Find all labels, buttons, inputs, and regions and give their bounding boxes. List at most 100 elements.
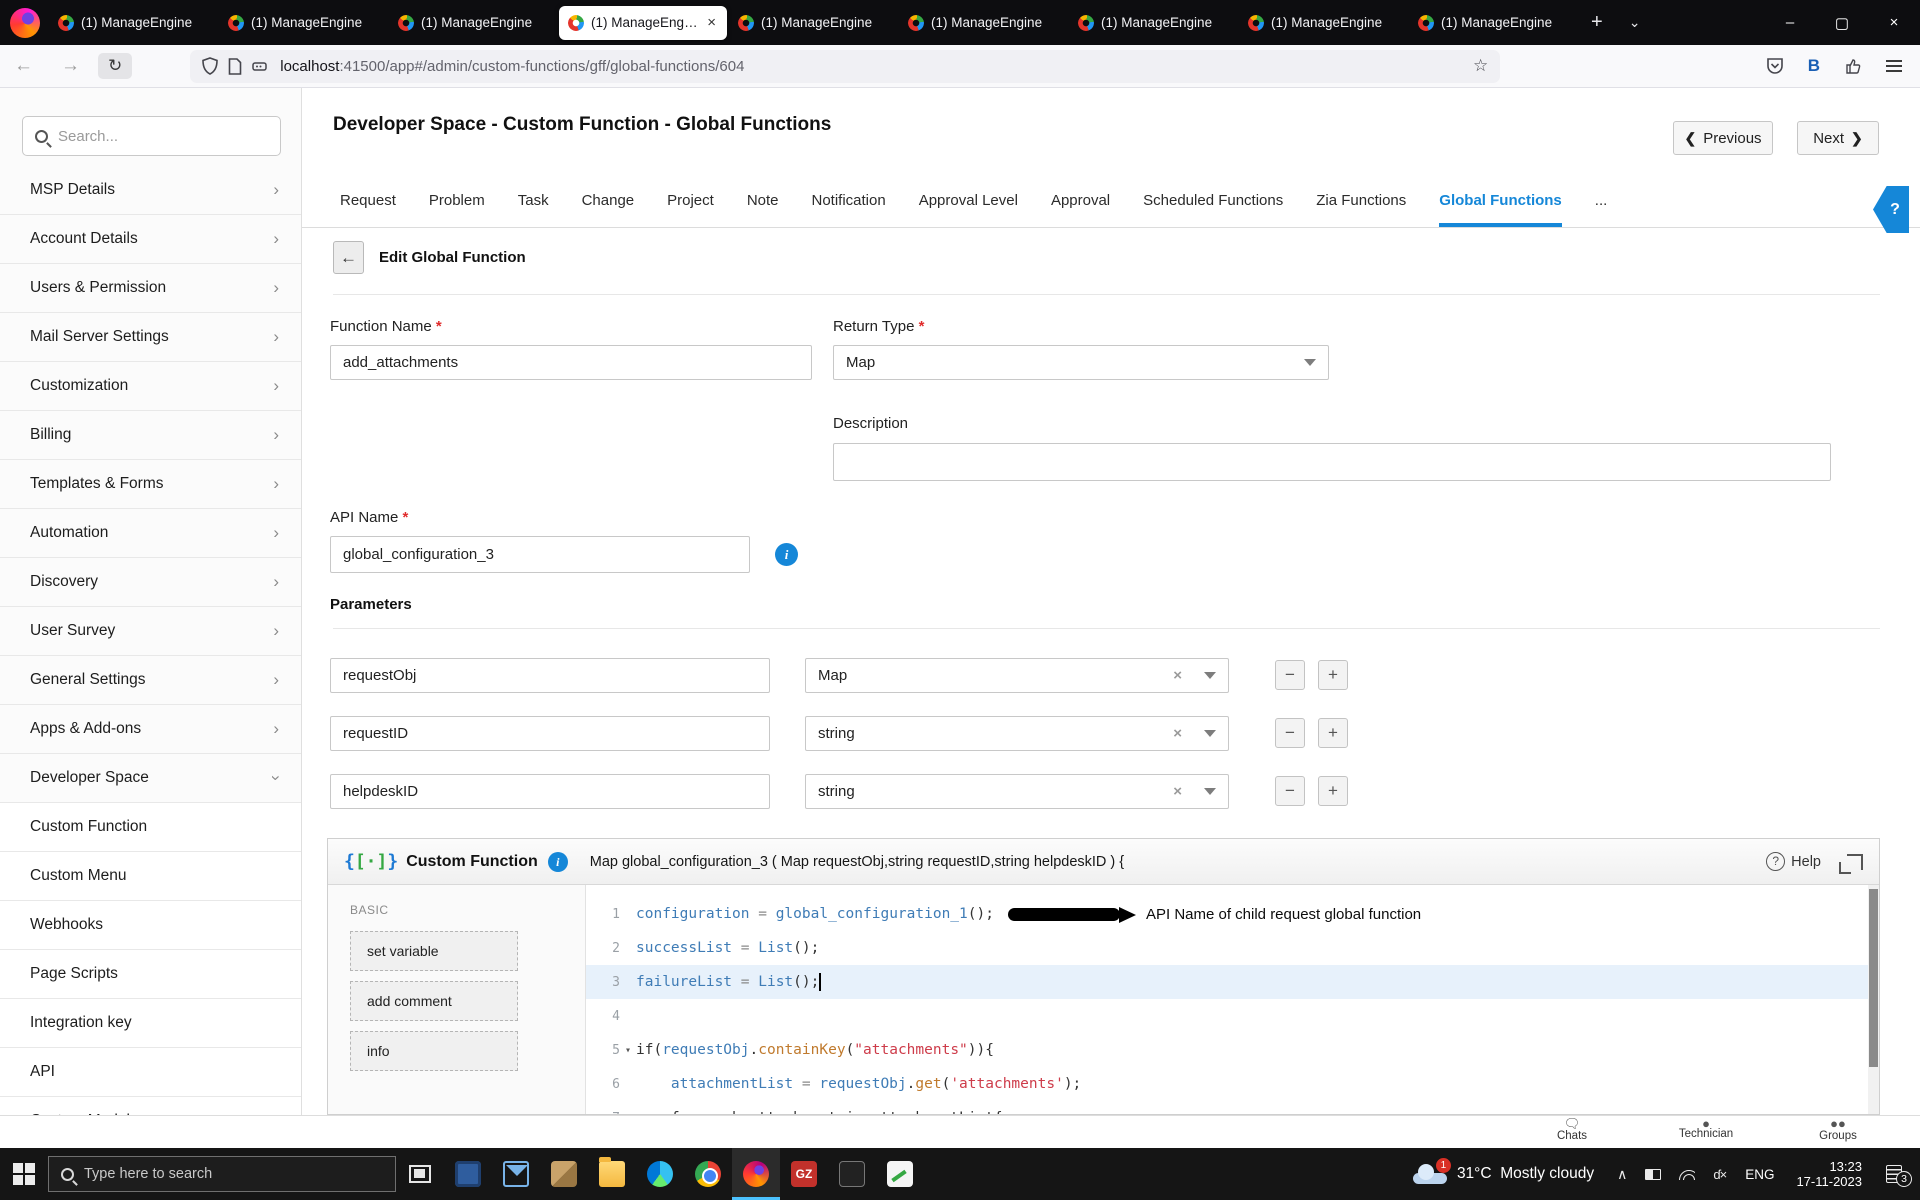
app-icon-notepad[interactable]	[876, 1148, 924, 1200]
browser-tab[interactable]: (1) ManageEngine	[1409, 6, 1577, 40]
bitwarden-extension-icon[interactable]: B	[1808, 56, 1820, 76]
pocket-icon[interactable]	[1766, 57, 1784, 75]
add-parameter-button[interactable]: +	[1318, 776, 1348, 806]
sidebar-item-mail-server-settings[interactable]: Mail Server Settings ›	[0, 313, 301, 362]
sidebar-item-users-permission[interactable]: Users & Permission ›	[0, 264, 301, 313]
param-type-select[interactable]: string ×	[805, 774, 1229, 809]
clear-icon[interactable]: ×	[1173, 725, 1182, 742]
shield-icon[interactable]	[202, 57, 219, 75]
sidebar-item-billing[interactable]: Billing ›	[0, 411, 301, 460]
extension-thumb-icon[interactable]	[1844, 57, 1862, 75]
tab-close-icon[interactable]: ×	[705, 14, 718, 31]
param-name-input[interactable]	[330, 774, 770, 809]
tab-list-caret-icon[interactable]: ⌄	[1616, 14, 1654, 31]
sidebar-item-customization[interactable]: Customization ›	[0, 362, 301, 411]
tray-display-icon[interactable]	[1636, 1168, 1670, 1180]
sidebar-item-custom-function[interactable]: Custom Function	[0, 803, 301, 852]
app-icon-mail[interactable]	[492, 1148, 540, 1200]
toolbox-button-set-variable[interactable]: set variable	[350, 931, 518, 971]
function-name-input[interactable]	[330, 345, 812, 380]
sidebar-item-integration-key[interactable]: Integration key	[0, 999, 301, 1048]
code-line-6[interactable]: 6 attachmentList = requestObj.get('attac…	[586, 1067, 1879, 1101]
sidebar-item-custom-modules[interactable]: Custom Modules	[0, 1097, 301, 1115]
new-tab-button[interactable]: +	[1578, 11, 1616, 34]
window-minimize-button[interactable]: –	[1764, 14, 1816, 31]
page-info-icon[interactable]	[228, 57, 242, 75]
tab-notification[interactable]: Notification	[812, 192, 886, 227]
sidebar-item-discovery[interactable]: Discovery ›	[0, 558, 301, 607]
app-icon-edge[interactable]	[636, 1148, 684, 1200]
scrollbar-thumb[interactable]	[1869, 889, 1878, 1067]
previous-button[interactable]: ❮ Previous	[1673, 121, 1773, 155]
code-line-2[interactable]: 2 successList = List();	[586, 931, 1879, 965]
param-type-select[interactable]: Map ×	[805, 658, 1229, 693]
return-type-select[interactable]: Map	[833, 345, 1329, 380]
description-input[interactable]	[833, 443, 1831, 481]
tray-show-hidden-icons[interactable]: ∧	[1608, 1166, 1636, 1183]
footer-technician[interactable]: ● Technician	[1661, 1117, 1751, 1140]
window-maximize-button[interactable]: ▢	[1816, 14, 1868, 32]
code-line-5[interactable]: 5 ▾ if(requestObj.containKey("attachments"…	[586, 1033, 1879, 1067]
tab-request[interactable]: Request	[340, 192, 396, 227]
browser-tab[interactable]: (1) ManageEngine	[1239, 6, 1407, 40]
toolbox-button-info[interactable]: info	[350, 1031, 518, 1071]
tray-network-icon[interactable]	[1670, 1168, 1704, 1180]
permission-icon[interactable]	[252, 59, 270, 73]
clear-icon[interactable]: ×	[1173, 783, 1182, 800]
browser-tab[interactable]: (1) ManageEngine	[49, 6, 217, 40]
param-type-select[interactable]: string ×	[805, 716, 1229, 751]
tray-clock[interactable]: 13:23 17-11-2023	[1784, 1159, 1874, 1189]
editor-info-icon[interactable]: i	[547, 851, 568, 872]
footer-chats[interactable]: 🗨 Chats	[1527, 1117, 1617, 1142]
reload-button[interactable]: ↻	[98, 53, 133, 79]
tab-approval-level[interactable]: Approval Level	[919, 192, 1018, 227]
sidebar-item-msp-details[interactable]: MSP Details ›	[0, 166, 301, 215]
param-name-input[interactable]	[330, 658, 770, 693]
footer-groups[interactable]: ●● Groups	[1793, 1117, 1883, 1142]
fullscreen-icon[interactable]	[1839, 853, 1863, 874]
app-icon-grid[interactable]	[444, 1148, 492, 1200]
tab-problem[interactable]: Problem	[429, 192, 485, 227]
tray-language[interactable]: ENG	[1735, 1167, 1784, 1182]
sidebar-item-api[interactable]: API	[0, 1048, 301, 1097]
code-line-4[interactable]: 4	[586, 999, 1879, 1033]
remove-parameter-button[interactable]: −	[1275, 718, 1305, 748]
sidebar-item-webhooks[interactable]: Webhooks	[0, 901, 301, 950]
param-name-input[interactable]	[330, 716, 770, 751]
window-close-button[interactable]: ×	[1868, 14, 1920, 31]
code-line-3[interactable]: 3 failureList = List();	[586, 965, 1879, 999]
url-text[interactable]: localhost:41500/app#/admin/custom-functi…	[280, 58, 1473, 75]
editor-help-link[interactable]: ? Help	[1766, 852, 1821, 871]
browser-tab[interactable]: (1) ManageEngine	[729, 6, 897, 40]
start-button[interactable]	[0, 1148, 48, 1200]
notification-center-button[interactable]: 3	[1874, 1165, 1914, 1187]
browser-tab[interactable]: (1) ManageEngine	[389, 6, 557, 40]
back-button[interactable]: ←	[0, 55, 47, 77]
code-editor[interactable]: 1 configuration = global_configuration_1(…	[586, 885, 1879, 1114]
tab-project[interactable]: Project	[667, 192, 714, 227]
app-icon-terminal[interactable]	[828, 1148, 876, 1200]
code-line-1[interactable]: 1 configuration = global_configuration_1(…	[586, 897, 1879, 931]
tab-overflow-menu[interactable]: ...	[1595, 192, 1608, 227]
back-to-list-button[interactable]: ←	[333, 241, 364, 274]
sidebar-item-account-details[interactable]: Account Details ›	[0, 215, 301, 264]
add-parameter-button[interactable]: +	[1318, 660, 1348, 690]
task-view-button[interactable]	[396, 1148, 444, 1200]
sidebar-item-apps-add-ons[interactable]: Apps & Add-ons ›	[0, 705, 301, 754]
browser-tab[interactable]: (1) ManageEngine	[219, 6, 387, 40]
taskbar-search[interactable]: Type here to search	[48, 1156, 396, 1192]
toolbox-button-add-comment[interactable]: add comment	[350, 981, 518, 1021]
taskbar-weather[interactable]: 1 31°C Mostly cloudy	[1412, 1158, 1594, 1184]
browser-tab[interactable]: (1) ManageEngine	[899, 6, 1067, 40]
fold-caret-icon[interactable]: ▾	[620, 1045, 636, 1056]
sidebar-item-templates-forms[interactable]: Templates & Forms ›	[0, 460, 301, 509]
tab-approval[interactable]: Approval	[1051, 192, 1110, 227]
code-line-7[interactable]: 7 for each attachment in attachmentList{	[586, 1101, 1879, 1114]
tab-task[interactable]: Task	[518, 192, 549, 227]
next-button[interactable]: Next ❯	[1797, 121, 1879, 155]
remove-parameter-button[interactable]: −	[1275, 776, 1305, 806]
api-name-info-icon[interactable]: i	[775, 543, 798, 566]
browser-tab[interactable]: (1) ManageEngine	[1069, 6, 1237, 40]
app-icon-file-explorer[interactable]	[588, 1148, 636, 1200]
sidebar-item-user-survey[interactable]: User Survey ›	[0, 607, 301, 656]
